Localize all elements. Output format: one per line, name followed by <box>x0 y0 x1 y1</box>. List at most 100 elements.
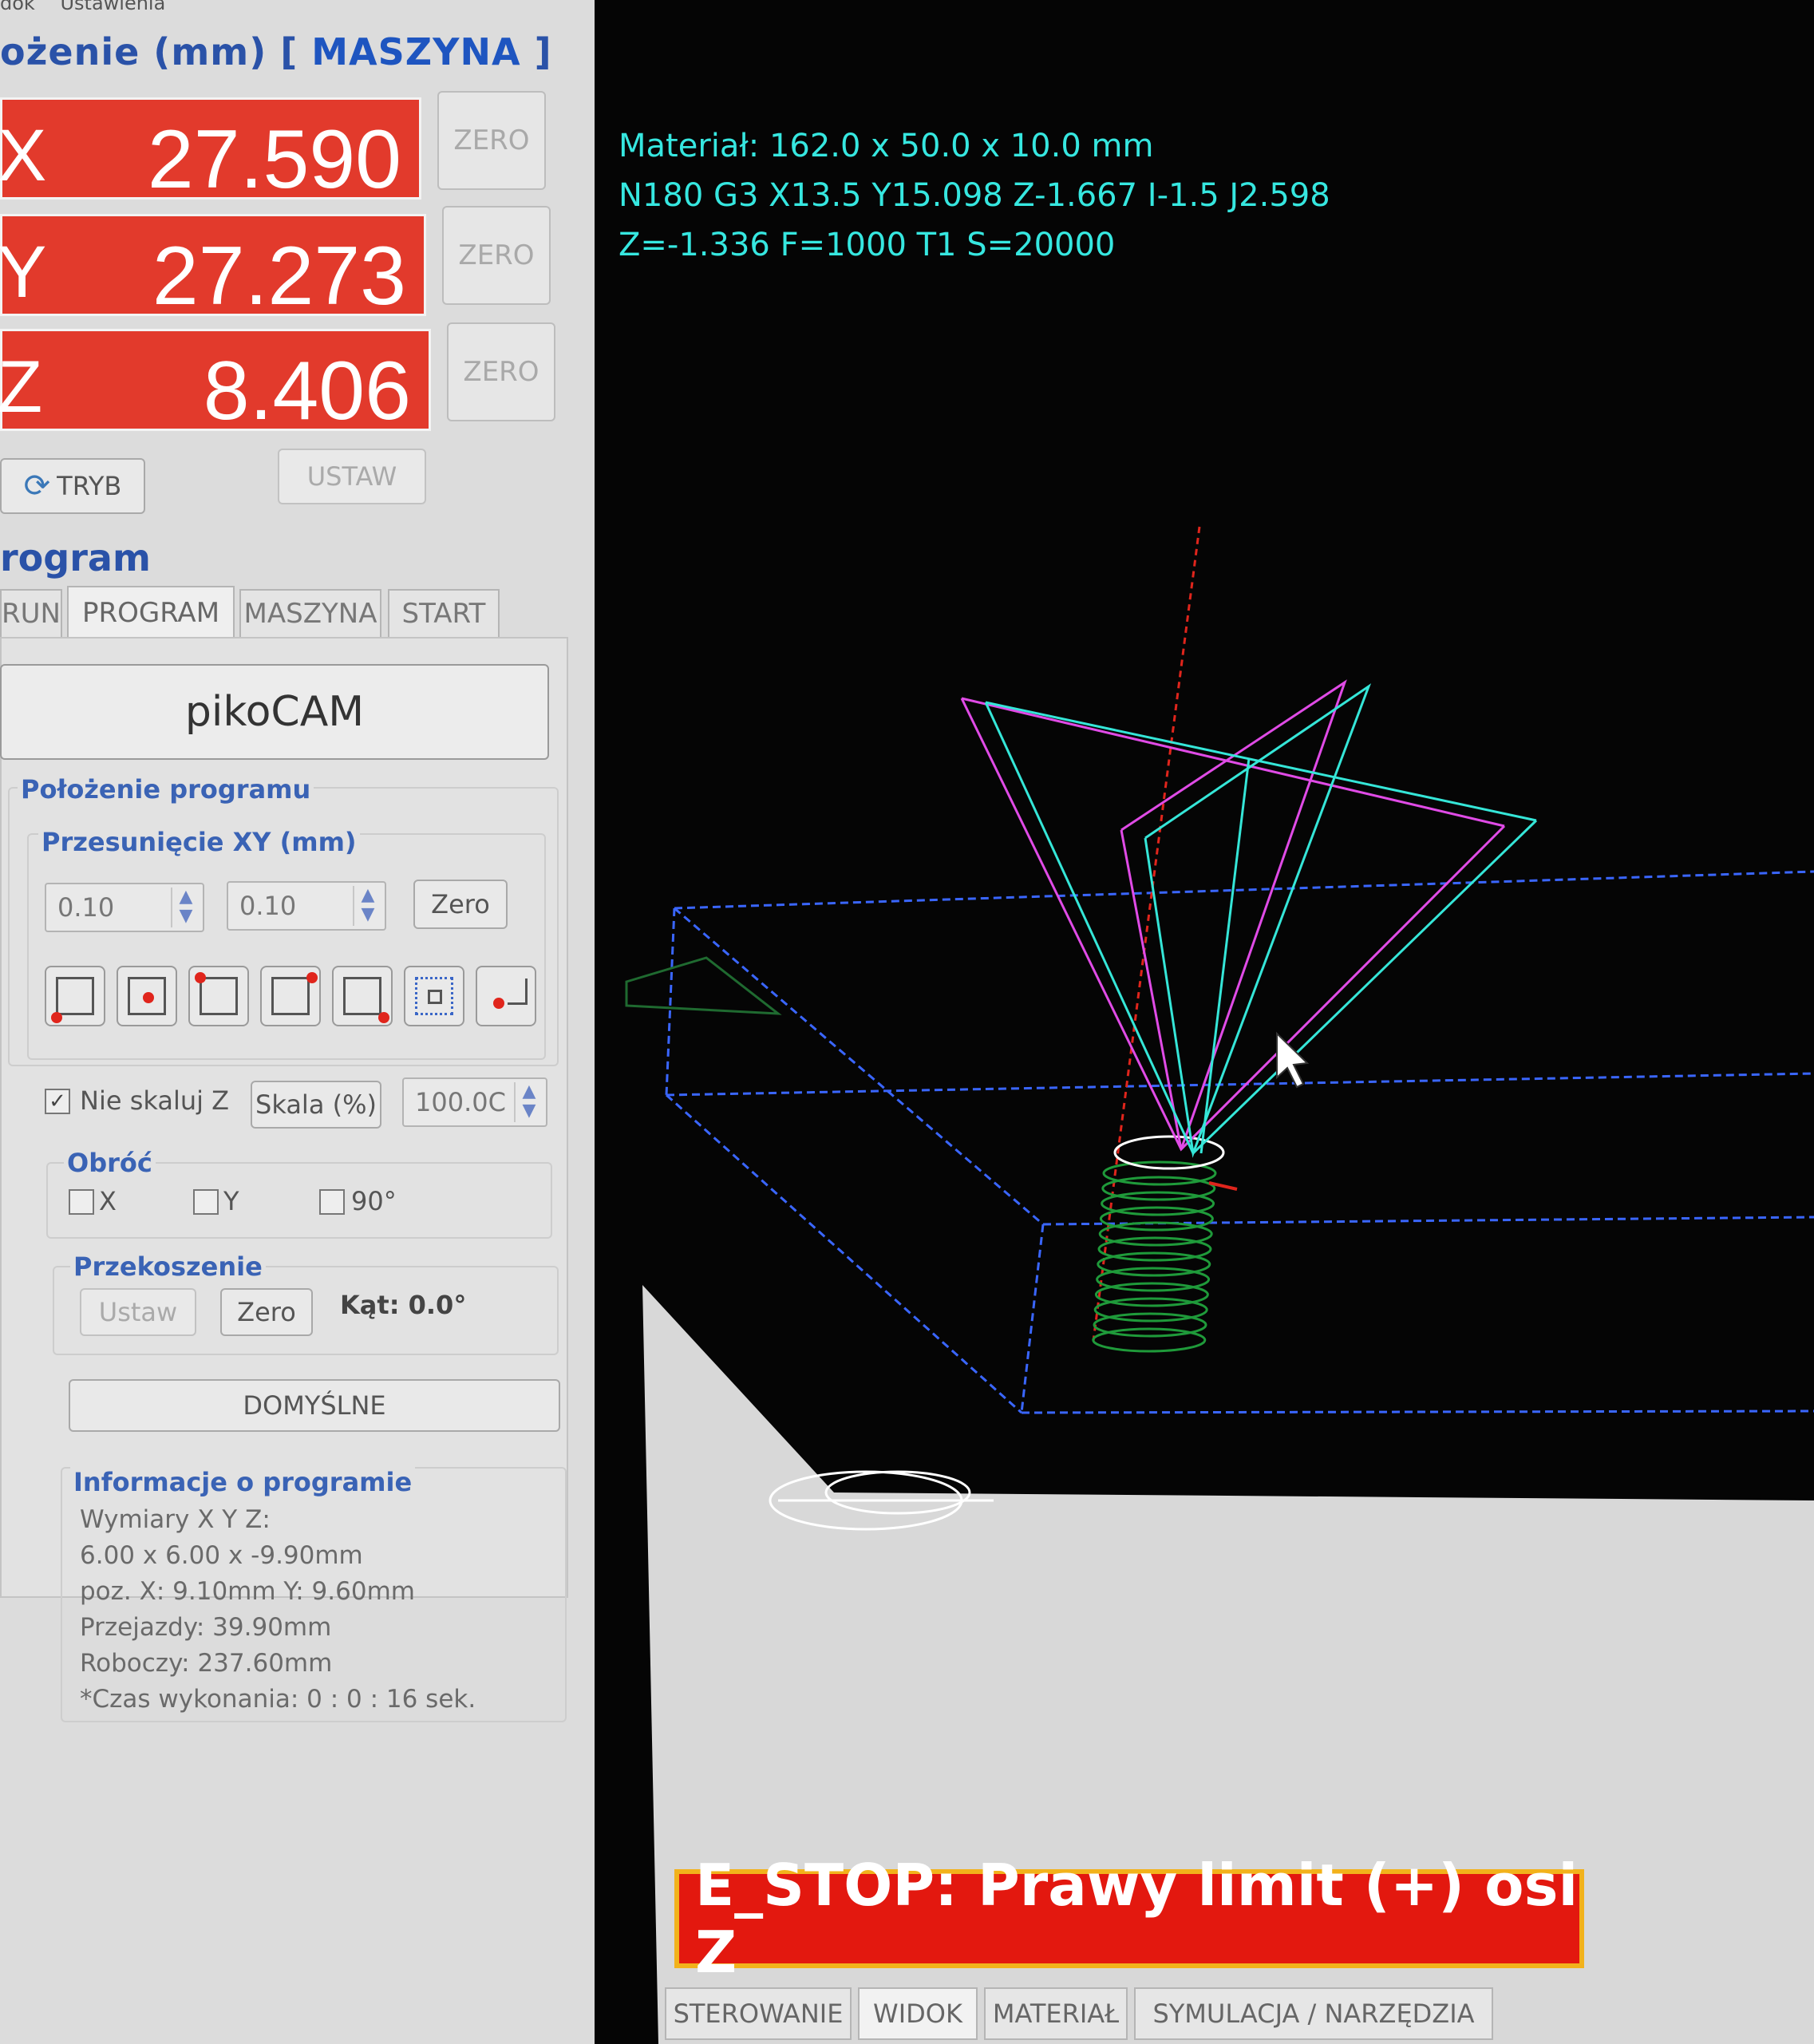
info-line: *Czas wykonania: 0 : 0 : 16 sek. <box>80 1685 476 1714</box>
mouse-cursor-icon <box>1276 1031 1310 1089</box>
tab-widok[interactable]: WIDOK <box>858 1987 978 2040</box>
rotate-90-checkbox[interactable] <box>319 1189 345 1215</box>
origin-center-button[interactable] <box>117 966 177 1026</box>
axis-y-display: Y 27.273 <box>0 214 426 322</box>
origin-dot-icon <box>306 972 318 983</box>
rapid-moves-magenta <box>960 679 1506 1152</box>
skew-set-button[interactable]: Ustaw <box>80 1288 196 1336</box>
tab-run[interactable]: RUN <box>0 589 62 637</box>
origin-top-left-button[interactable] <box>188 966 249 1026</box>
square-icon <box>271 977 310 1015</box>
square-icon <box>56 977 94 1015</box>
rotate-x-label: X <box>99 1186 117 1216</box>
scale-stepper[interactable]: 100.0C ▲ ▼ <box>402 1077 547 1127</box>
menu-item-view[interactable]: dok <box>0 0 35 14</box>
origin-frame-button[interactable] <box>404 966 464 1026</box>
origin-dot-icon <box>143 992 154 1003</box>
hud-gcode-line: N180 G3 X13.5 Y15.098 Z-1.667 I-1.5 J2.5… <box>618 177 1330 214</box>
skew-angle: Kąt: 0.0° <box>340 1290 467 1320</box>
material-box <box>665 870 1814 1414</box>
square-icon <box>343 977 381 1015</box>
tryb-label: TRYB <box>57 471 122 501</box>
tab-symulacja[interactable]: SYMULACJA / NARZĘDZIA <box>1134 1987 1493 2040</box>
hud-status: Z=-1.336 F=1000 T1 S=20000 <box>618 227 1116 263</box>
toolpath-scene <box>625 526 1814 2044</box>
stepper-arrows-icon[interactable]: ▲ ▼ <box>353 886 381 926</box>
axis-z-value: 8.406 <box>203 345 411 437</box>
position-title-suffix: ] <box>534 30 552 73</box>
info-line: Roboczy: 237.60mm <box>80 1649 333 1678</box>
info-line: 6.00 x 6.00 x -9.90mm <box>80 1541 363 1570</box>
menu-item-settings[interactable]: Ustawienia <box>60 0 165 14</box>
info-lines: Wymiary X Y Z: 6.00 x 6.00 x -9.90mm poz… <box>80 1502 476 1718</box>
origin-dot-icon <box>378 1012 389 1023</box>
inner-square-icon <box>428 990 442 1004</box>
axis-x-label: X <box>0 115 47 196</box>
zero-x-button[interactable]: ZERO <box>437 91 546 190</box>
tab-material[interactable]: MATERIAŁ <box>984 1987 1128 2040</box>
refresh-icon: ⟳ <box>23 468 51 504</box>
no-scale-z-checkbox[interactable]: ✓ <box>45 1089 70 1114</box>
square-icon <box>200 977 238 1015</box>
origin-top-right-button[interactable] <box>260 966 321 1026</box>
info-title: Informacje o programie <box>70 1467 416 1497</box>
scale-value: 100.0C <box>415 1087 506 1117</box>
axis-z-display: Z 8.406 <box>0 329 431 437</box>
axis-y-value: 27.273 <box>152 230 406 322</box>
no-scale-z-label: Nie skaluj Z <box>80 1085 230 1116</box>
axis-x-display: X 27.590 <box>0 97 421 206</box>
offset-zero-button[interactable]: Zero <box>413 880 508 929</box>
helix-ring <box>1092 1327 1207 1353</box>
info-line: poz. X: 9.10mm Y: 9.60mm <box>80 1577 415 1606</box>
origin-bottom-right-button[interactable] <box>332 966 393 1026</box>
position-title-text: ożenie (mm) [ <box>0 30 298 73</box>
zero-y-button[interactable]: ZERO <box>442 206 551 305</box>
rotate-x-checkbox[interactable] <box>69 1189 94 1215</box>
rotate-y-label: Y <box>223 1186 239 1216</box>
offset-x-stepper[interactable]: 0.10 ▲ ▼ <box>45 883 204 932</box>
position-title: ożenie (mm) [ MASZYNA ] <box>0 30 552 73</box>
axis-y-label: Y <box>0 231 47 313</box>
offset-x-value: 0.10 <box>57 892 115 923</box>
origin-dot-icon <box>51 1012 62 1023</box>
stepper-arrows-icon[interactable]: ▲ ▼ <box>514 1082 543 1122</box>
origin-dot-icon <box>493 998 504 1009</box>
zero-z-button[interactable]: ZERO <box>447 322 555 421</box>
axis-x-value: 27.590 <box>147 113 401 206</box>
origin-bottom-left-button[interactable] <box>45 966 105 1026</box>
scale-button[interactable]: Skala (%) <box>251 1081 381 1129</box>
estop-banner: E_STOP: Prawy limit (+) osi Z <box>674 1852 1584 1986</box>
hud-material: Materiał: 162.0 x 50.0 x 10.0 mm <box>618 128 1154 164</box>
skew-zero-button[interactable]: Zero <box>220 1288 313 1336</box>
spindle-axis <box>1092 526 1201 1342</box>
tab-start[interactable]: START <box>388 589 500 637</box>
skew-title: Przekoszenie <box>70 1251 266 1282</box>
tryb-button[interactable]: ⟳ TRYB <box>0 458 145 514</box>
origin-corner-button[interactable] <box>476 966 536 1026</box>
tab-sterowanie[interactable]: STEROWANIE <box>665 1987 852 2040</box>
toolpath-viewport[interactable]: Materiał: 162.0 x 50.0 x 10.0 mm N180 G3… <box>595 0 1814 2044</box>
offset-y-stepper[interactable]: 0.10 ▲ ▼ <box>227 881 386 931</box>
program-title: rogram <box>0 536 151 579</box>
helix-toolpath <box>1092 1160 1217 1353</box>
rotate-title: Obróć <box>64 1148 156 1178</box>
menu-bar: dok Ustawienia <box>0 0 184 16</box>
tab-program[interactable]: PROGRAM <box>67 586 235 639</box>
ghost-shape <box>625 956 782 1015</box>
position-mode: MASZYNA <box>311 30 521 73</box>
ustaw-button[interactable]: USTAW <box>278 449 426 504</box>
info-line: Przejazdy: 39.90mm <box>80 1613 332 1642</box>
placement-title: Położenie programu <box>18 774 314 805</box>
rotate-90-label: 90° <box>351 1186 397 1216</box>
axis-z-label: Z <box>0 346 43 428</box>
offset-title: Przesunięcie XY (mm) <box>38 827 360 857</box>
left-panel: dok Ustawienia ożenie (mm) [ MASZYNA ] X… <box>0 0 595 2044</box>
tab-maszyna[interactable]: MASZYNA <box>239 589 381 637</box>
rotate-y-checkbox[interactable] <box>193 1189 219 1215</box>
corner-icon <box>508 979 528 1005</box>
stepper-arrows-icon[interactable]: ▲ ▼ <box>171 888 200 927</box>
origin-dot-icon <box>195 972 206 983</box>
defaults-button[interactable]: DOMYŚLNE <box>69 1379 560 1432</box>
pikocam-button[interactable]: pikoCAM <box>0 664 549 760</box>
offset-y-value: 0.10 <box>239 891 297 921</box>
